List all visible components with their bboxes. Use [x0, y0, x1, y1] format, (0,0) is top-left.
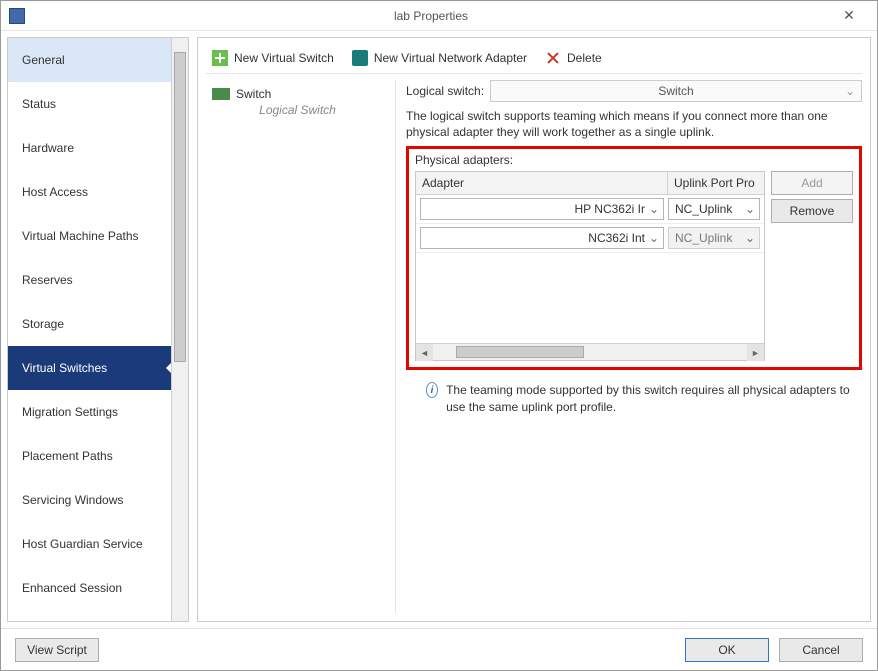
sidebar-item-servicing-windows[interactable]: Servicing Windows	[8, 478, 171, 522]
sidebar-item-hardware[interactable]: Hardware	[8, 126, 171, 170]
toolbar-label: New Virtual Network Adapter	[374, 51, 527, 65]
delete-button[interactable]: Delete	[539, 48, 608, 68]
upp-value: NC_Uplink	[675, 231, 732, 245]
sidebar-item-general[interactable]: General	[8, 38, 171, 82]
sidebar-item-reserves[interactable]: Reserves	[8, 258, 171, 302]
sidebar-item-label: Host Access	[22, 185, 88, 199]
sidebar-item-storage[interactable]: Storage	[8, 302, 171, 346]
sidebar-scrollbar[interactable]	[171, 38, 188, 621]
delete-icon	[545, 50, 561, 66]
app-icon	[9, 8, 25, 24]
button-label: Cancel	[802, 643, 839, 657]
button-label: OK	[718, 643, 735, 657]
logical-switch-dropdown[interactable]: Switch	[490, 80, 862, 102]
sidebar-item-label: Placement Paths	[22, 449, 113, 463]
logical-switch-label: Logical switch:	[406, 84, 484, 98]
sidebar-item-label: Migration Settings	[22, 405, 118, 419]
new-virtual-switch-button[interactable]: New Virtual Switch	[206, 48, 340, 68]
switch-list-item[interactable]: Switch Logical Switch	[206, 80, 389, 123]
view-script-button[interactable]: View Script	[15, 638, 99, 662]
sidebar-item-label: Host Guardian Service	[22, 537, 143, 551]
close-icon[interactable]: ✕	[829, 7, 869, 24]
toolbar-label: Delete	[567, 51, 602, 65]
upp-value: NC_Uplink	[675, 202, 732, 216]
properties-window: lab Properties ✕ General Status Hardware…	[0, 0, 878, 671]
button-label: View Script	[27, 643, 87, 657]
sidebar-item-migration[interactable]: Migration Settings	[8, 390, 171, 434]
switch-list: Switch Logical Switch	[206, 80, 396, 613]
sidebar-item-label: Hardware	[22, 141, 74, 155]
sidebar-item-label: General	[22, 53, 65, 67]
adapter-dropdown[interactable]: HP NC362i Ir	[420, 198, 664, 220]
sidebar: General Status Hardware Host Access Virt…	[7, 37, 189, 622]
uplink-port-profile-dropdown: NC_Uplink	[668, 227, 760, 249]
window-title: lab Properties	[33, 9, 829, 23]
sidebar-item-label: Reserves	[22, 273, 73, 287]
sidebar-item-status[interactable]: Status	[8, 82, 171, 126]
switch-subtitle: Logical Switch	[212, 103, 383, 117]
sidebar-item-vm-paths[interactable]: Virtual Machine Paths	[8, 214, 171, 258]
sidebar-item-label: Storage	[22, 317, 64, 331]
physical-adapters-section: Physical adapters: Adapter Uplink Port P…	[406, 146, 862, 370]
plus-icon	[212, 50, 228, 66]
switch-name: Switch	[236, 87, 281, 101]
network-adapter-icon	[352, 50, 368, 66]
toolbar-label: New Virtual Switch	[234, 51, 334, 65]
adapter-row[interactable]: NC362i Int NC_Uplink	[416, 224, 764, 253]
toolbar: New Virtual Switch New Virtual Network A…	[206, 46, 862, 74]
new-virtual-network-adapter-button[interactable]: New Virtual Network Adapter	[346, 48, 533, 68]
sidebar-item-label: Virtual Switches	[22, 361, 107, 375]
dialog-footer: View Script OK Cancel	[1, 628, 877, 670]
cancel-button[interactable]: Cancel	[779, 638, 863, 662]
logical-switch-description: The logical switch supports teaming whic…	[406, 108, 862, 140]
sidebar-item-virtual-switches[interactable]: Virtual Switches	[8, 346, 171, 390]
nic-icon	[212, 88, 230, 100]
grid-horizontal-scrollbar[interactable]: ◄►	[416, 343, 764, 360]
column-header-adapter[interactable]: Adapter	[416, 172, 668, 194]
adapter-row[interactable]: HP NC362i Ir NC_Uplink	[416, 195, 764, 224]
content-panel: New Virtual Switch New Virtual Network A…	[197, 37, 871, 622]
physical-adapters-grid: Adapter Uplink Port Pro HP NC362i Ir NC_…	[415, 171, 765, 361]
sidebar-item-label: Virtual Machine Paths	[22, 229, 139, 243]
logical-switch-value: Switch	[658, 84, 693, 98]
titlebar: lab Properties ✕	[1, 1, 877, 31]
info-icon: i	[426, 382, 438, 398]
switch-details: Logical switch: Switch The logical switc…	[396, 80, 862, 613]
info-text: The teaming mode supported by this switc…	[446, 382, 862, 414]
add-adapter-button: Add	[771, 171, 853, 195]
sidebar-item-label: Servicing Windows	[22, 493, 123, 507]
button-label: Remove	[790, 204, 835, 218]
physical-adapters-label: Physical adapters:	[415, 153, 853, 167]
adapter-dropdown[interactable]: NC362i Int	[420, 227, 664, 249]
uplink-port-profile-dropdown[interactable]: NC_Uplink	[668, 198, 760, 220]
sidebar-item-label: Enhanced Session	[22, 581, 122, 595]
column-header-uplink-port-profile[interactable]: Uplink Port Pro	[668, 172, 764, 194]
sidebar-item-host-access[interactable]: Host Access	[8, 170, 171, 214]
button-label: Add	[801, 176, 822, 190]
adapter-value: NC362i Int	[588, 231, 645, 245]
ok-button[interactable]: OK	[685, 638, 769, 662]
sidebar-item-host-guardian[interactable]: Host Guardian Service	[8, 522, 171, 566]
sidebar-item-placement-paths[interactable]: Placement Paths	[8, 434, 171, 478]
adapter-value: HP NC362i Ir	[575, 202, 645, 216]
sidebar-item-enhanced-session[interactable]: Enhanced Session	[8, 566, 171, 610]
remove-adapter-button[interactable]: Remove	[771, 199, 853, 223]
sidebar-item-label: Status	[22, 97, 56, 111]
